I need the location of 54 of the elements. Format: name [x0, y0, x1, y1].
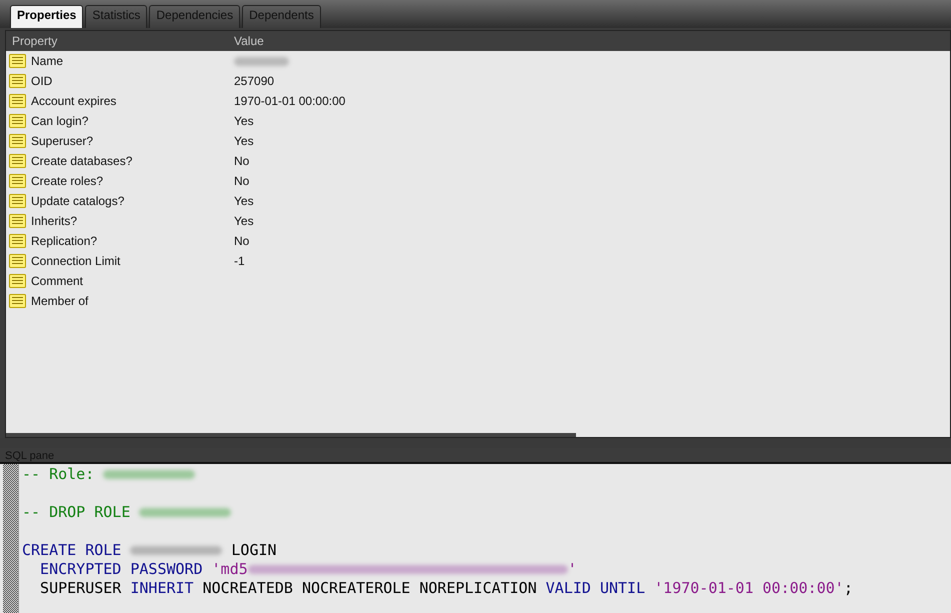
property-value: Yes [234, 213, 254, 230]
property-name: Name [31, 53, 64, 70]
property-value: No [234, 153, 250, 170]
list-icon [9, 94, 26, 108]
property-name: Superuser? [31, 133, 94, 150]
property-value: 257090 [234, 73, 274, 90]
property-value: No [234, 233, 250, 250]
code-text: VALID UNTIL [546, 579, 646, 597]
list-icon [9, 274, 26, 288]
code-text: INHERIT [130, 579, 195, 597]
property-name: Replication? [31, 233, 98, 250]
code-text: '1970-01-01 00:00:00' [654, 579, 844, 597]
code-text: CREATE ROLE [22, 541, 122, 559]
list-icon [9, 294, 26, 308]
property-name: Update catalogs? [31, 193, 124, 210]
property-value: Yes [234, 193, 254, 210]
property-name: Comment [31, 273, 84, 290]
property-name: Connection Limit [31, 253, 120, 270]
property-value: Yes [234, 113, 254, 130]
property-name: Member of [31, 293, 88, 310]
property-value: -1 [234, 253, 245, 270]
code-text: SUPERUSER [40, 579, 122, 597]
property-name: Inherits? [31, 213, 78, 230]
scrollbar[interactable] [6, 433, 576, 437]
list-icon [9, 74, 26, 88]
code-text: -- DROP ROLE [22, 503, 132, 521]
code-text: NOCREATEDB NOCREATEROLE NOREPLICATION [202, 579, 538, 597]
property-value: Yes [234, 133, 254, 150]
property-name: Create databases? [31, 153, 132, 170]
property-name: Create roles? [31, 173, 104, 190]
property-value: 1970-01-01 00:00:00 [234, 93, 346, 110]
code-text: -- Role: [22, 465, 96, 483]
tab[interactable]: Properties [10, 5, 84, 28]
list-icon [9, 254, 26, 268]
property-value: No [234, 173, 250, 190]
property-name: Can login? [31, 113, 88, 130]
property-name: OID [31, 73, 52, 90]
code-text: ; [844, 579, 853, 597]
property-name: Account expires [31, 93, 116, 110]
redacted-value [234, 56, 289, 66]
list-icon [9, 174, 26, 188]
list-icon [9, 134, 26, 148]
list-icon [9, 194, 26, 208]
code-text: ENCRYPTED PASSWORD [40, 560, 204, 578]
code-text: 'md5 [212, 560, 248, 578]
list-icon [9, 154, 26, 168]
list-icon [9, 54, 26, 68]
list-icon [9, 234, 26, 248]
list-icon [9, 114, 26, 128]
column-header[interactable]: Value [234, 32, 264, 50]
code-text: ' [568, 560, 577, 578]
code-text: LOGIN [230, 541, 277, 559]
column-header[interactable]: Property [6, 32, 234, 50]
list-icon [9, 214, 26, 228]
